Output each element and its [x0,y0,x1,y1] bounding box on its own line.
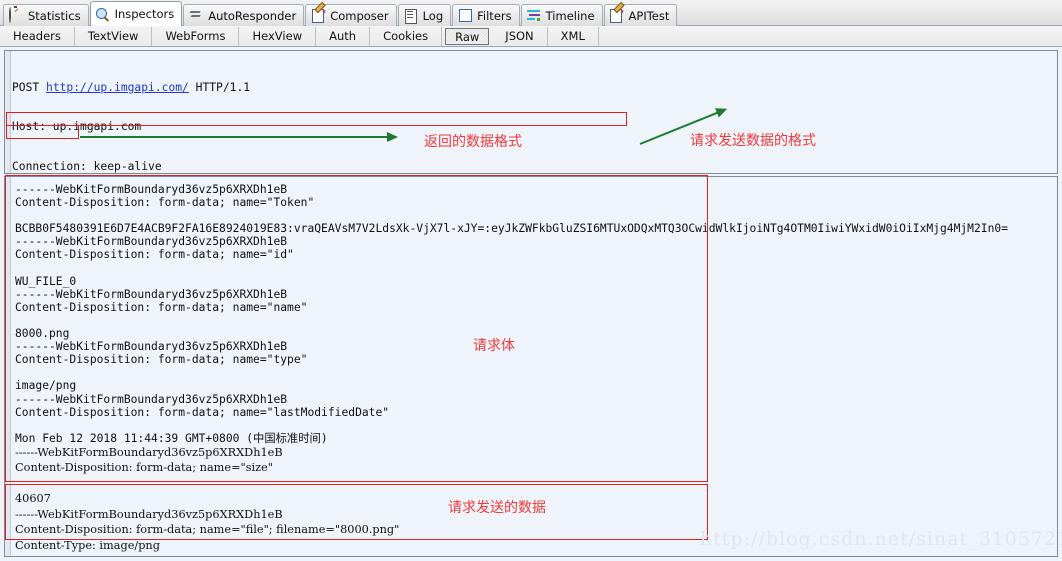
body-line [15,314,1057,327]
subtab-xml[interactable]: XML [548,26,599,46]
body-line: 8000.png [15,327,70,341]
body-line: Content-Disposition: form-data; name="ty… [15,353,308,367]
notepad-pencil-icon [311,1,327,23]
body-line: BCBB0F5480391E6D7E4ACB9F2FA16E8924019E83… [15,222,1008,236]
body-line [15,366,1057,379]
subtab-textview[interactable]: TextView [75,26,153,46]
header-line-host: Host: up.imgapi.com [12,120,142,134]
body-line: WU_FILE_0 [15,274,77,288]
header-line-connection: Connection: keep-alive [12,159,162,173]
subtab-headers[interactable]: Headers [0,26,75,46]
main-tabs: Statistics Inspectors AutoResponder Comp… [0,0,1062,26]
request-body-multipart-fields: ------WebKitFormBoundaryd36vz5p6XRXDh1eB… [15,183,1057,445]
body-line [15,476,1057,492]
pane-left-rail [5,51,11,173]
tab-filters[interactable]: Filters [452,4,520,26]
tab-log-label: Log [422,8,444,23]
body-line [15,419,1057,432]
tab-log[interactable]: Log [397,4,452,26]
notepad-pencil-icon [610,1,626,23]
body-line: ------WebKitFormBoundaryd36vz5p6XRXDh1eB [15,235,288,249]
tab-timeline[interactable]: Timeline [520,4,603,26]
body-line: Content-Disposition: form-data; name="si… [15,461,273,475]
body-line: image/png [15,379,77,393]
body-line: ------WebKitFormBoundaryd36vz5p6XRXDh1eB [15,183,288,196]
annotation-returned-data-format: 返回的数据格式 [424,134,522,150]
tab-autoresponder[interactable]: AutoResponder [183,4,305,26]
pane-left-rail [5,177,11,556]
tab-composer[interactable]: Composer [305,1,397,26]
request-method: POST [12,81,47,95]
request-version: HTTP/1.1 [188,81,251,95]
body-line: Mon Feb 12 2018 11:44:39 GMT+0800 (中国标准时… [15,431,328,445]
tab-statistics-label: Statistics [28,8,81,23]
header-line-request: POST http://up.imgapi.com/ HTTP/1.1 [12,81,1057,94]
tab-composer-label: Composer [330,8,389,23]
body-line: Content-Disposition: form-data; name="la… [15,405,390,419]
stopwatch-icon [9,7,24,23]
tab-timeline-label: Timeline [545,8,595,23]
body-line: Content-Disposition: form-data; name="To… [15,196,315,210]
subtab-auth[interactable]: Auth [316,26,371,46]
subtab-cookies[interactable]: Cookies [370,26,443,46]
body-line: ------WebKitFormBoundaryd36vz5p6XRXDh1eB [15,287,288,301]
subtab-json[interactable]: JSON [492,26,548,46]
body-line: ------WebKitFormBoundaryd36vz5p6XRXDh1eB [15,392,288,406]
body-line: Content-Disposition: form-data; name="id… [15,248,294,262]
filter-square-icon [458,8,473,23]
timeline-bars-icon [526,8,542,23]
body-line [15,209,1057,222]
subtab-webforms[interactable]: WebForms [152,26,240,46]
tab-statistics[interactable]: Statistics [3,4,89,26]
magnifier-icon [95,7,111,22]
tab-filters-label: Filters [477,8,512,23]
inspector-subtabbar: Headers TextView WebForms HexView Auth C… [0,26,1062,47]
subtab-hexview[interactable]: HexView [239,26,317,46]
tab-apitest[interactable]: APITest [603,1,678,26]
request-url-link[interactable]: http://up.imgapi.com/ [46,81,189,94]
tab-inspectors-label: Inspectors [114,7,175,21]
lightning-icon [189,8,204,23]
body-line [15,262,1057,275]
log-list-icon [404,8,419,24]
tab-autoresponder-label: AutoResponder [208,8,297,23]
request-headers-text: POST http://up.imgapi.com/ HTTP/1.1 Host… [5,51,1057,173]
watermark: http://blog.csdn.net/sinat_31057219 [700,528,1062,550]
annotation-request-send-format: 请求发送数据的格式 [690,133,816,149]
subtab-raw[interactable]: Raw [445,27,490,45]
tab-apitest-label: APITest [628,8,670,23]
annotation-request-body: 请求体 [473,338,515,354]
request-headers-pane[interactable]: POST http://up.imgapi.com/ HTTP/1.1 Host… [4,50,1058,174]
annotation-request-sent-data: 请求发送的数据 [448,500,546,516]
main-tabbar: Statistics Inspectors AutoResponder Comp… [0,0,1062,26]
body-line: ------WebKitFormBoundaryd36vz5p6XRXDh1eB [15,340,288,354]
body-line: ------WebKitFormBoundaryd36vz5p6XRXDh1eB [15,445,283,459]
body-line [15,553,1057,556]
body-line: Content-Disposition: form-data; name="na… [15,300,308,314]
tab-inspectors[interactable]: Inspectors [89,1,183,26]
